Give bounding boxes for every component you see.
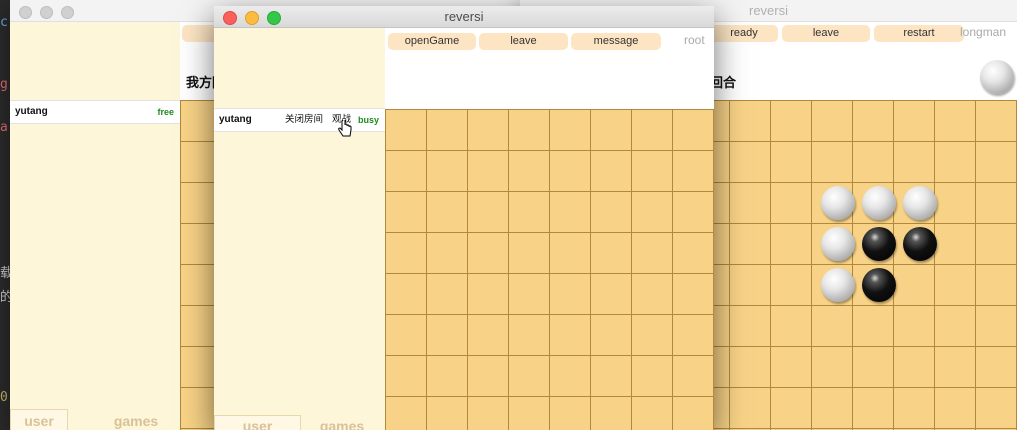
leave-button[interactable]: leave	[782, 25, 870, 42]
front-sidebar: yutang 关闭房间 观战 busy user games	[214, 28, 385, 430]
editor-char: 0	[0, 390, 8, 405]
user-name: yutang	[15, 106, 48, 117]
left-sidebar: yutang free user games	[10, 22, 180, 430]
tab-games[interactable]: games	[302, 416, 382, 430]
zoom-icon[interactable]	[61, 6, 74, 19]
tab-user[interactable]: user	[214, 415, 301, 430]
user-list-row[interactable]: yutang free	[10, 100, 180, 124]
username-label: longman	[960, 25, 1007, 39]
close-icon[interactable]	[223, 11, 237, 25]
message-button[interactable]: message	[571, 33, 661, 50]
window-title: reversi	[444, 9, 484, 24]
minimize-icon[interactable]	[40, 6, 53, 19]
current-turn-stone	[980, 60, 1014, 94]
editor-char: g	[0, 77, 8, 92]
restart-button[interactable]: restart	[874, 25, 964, 42]
hand-cursor-icon	[338, 120, 352, 137]
white-stone	[903, 186, 937, 220]
right-game-board[interactable]	[688, 100, 1017, 430]
user-status: busy	[357, 115, 379, 125]
minimize-icon[interactable]	[245, 11, 259, 25]
leave-button[interactable]: leave	[479, 33, 568, 50]
editor-char: c	[0, 15, 8, 30]
close-room-button[interactable]: 关闭房间	[285, 109, 323, 131]
black-stone	[903, 227, 937, 261]
zoom-icon[interactable]	[267, 11, 281, 25]
window-title: reversi	[748, 3, 788, 18]
white-stone	[821, 186, 855, 220]
user-name: yutang	[219, 114, 252, 125]
front-game-board[interactable]	[385, 109, 714, 430]
user-status: free	[157, 107, 174, 117]
editor-char: a	[0, 120, 8, 135]
front-window-titlebar[interactable]: reversi	[214, 6, 714, 28]
close-icon[interactable]	[19, 6, 32, 19]
white-stone	[821, 268, 855, 302]
white-stone	[821, 227, 855, 261]
front-header: openGame leave message root	[385, 28, 714, 109]
username-label: root	[684, 33, 705, 47]
black-stone	[862, 268, 896, 302]
white-stone	[862, 186, 896, 220]
tab-games[interactable]: games	[106, 410, 166, 430]
open-game-button[interactable]: openGame	[388, 33, 476, 50]
front-reversi-window: reversi yutang 关闭房间 观战 busy user games o…	[214, 6, 714, 430]
tab-user[interactable]: user	[10, 409, 68, 430]
black-stone	[862, 227, 896, 261]
user-list-row[interactable]: yutang 关闭房间 观战 busy	[214, 108, 385, 132]
ready-button[interactable]: ready	[710, 25, 778, 42]
